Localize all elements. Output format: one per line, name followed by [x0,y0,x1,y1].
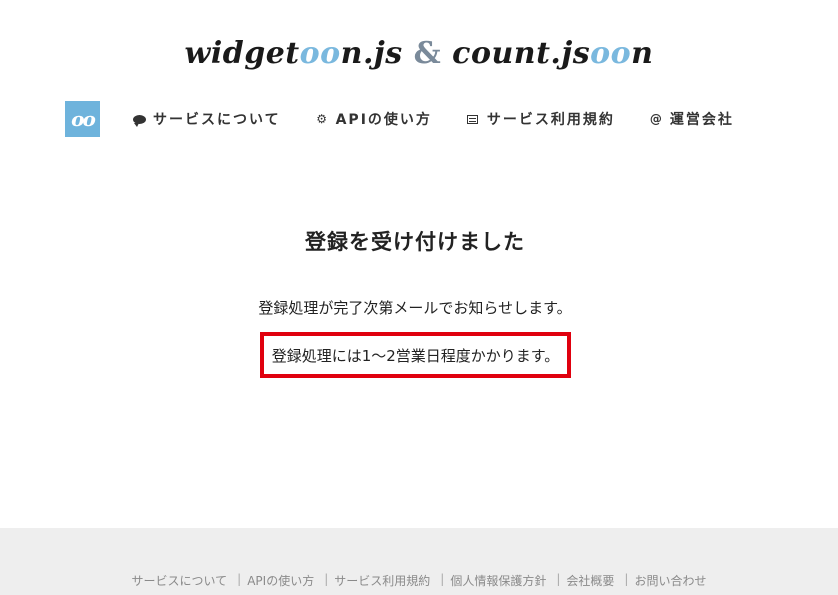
logo-oo-1: oo [299,36,341,71]
logo-ampersand: & [413,36,442,71]
nav-item-label: APIの使い方 [335,112,432,128]
logo-part-1: widget [184,36,300,71]
page: widgetoon.js & count.jsoon oo サービスについて ⚙… [0,0,838,595]
footer-separator: | [237,572,242,586]
footer-separator: | [624,572,629,586]
gear-icon: ⚙ [316,112,327,126]
footer-separator: | [556,572,561,586]
footer-link-privacy[interactable]: 個人情報保護方針 [450,572,546,589]
nav-item-label: 運営会社 [669,112,734,128]
nav-item-service[interactable]: サービスについて [132,109,281,129]
site-logo[interactable]: widgetoon.js & count.jsoon [0,36,838,72]
nav-item-company[interactable]: @ 運営会社 [649,109,734,129]
nav-item-terms[interactable]: サービス利用規約 [466,109,615,129]
logo-part-3: count.js [452,36,591,71]
highlight-box: 登録処理には1～2営業日程度かかります。 [260,332,571,378]
footer-separator: | [440,572,445,586]
nav-item-api[interactable]: ⚙ APIの使い方 [315,109,432,129]
main-nav: oo サービスについて ⚙ APIの使い方 サービス利用規約 @ 運営会社 [65,101,768,137]
page-title: 登録を受け付けました [305,230,525,254]
logo-part-4: n [631,36,654,71]
footer-link-contact[interactable]: お問い合わせ [634,572,706,589]
nav-item-label: サービスについて [153,112,281,128]
footer: サービスについて | APIの使い方 | サービス利用規約 | 個人情報保護方針… [0,528,838,595]
footer-link-service[interactable]: サービスについて [132,572,228,589]
notification-message: 登録処理が完了次第メールでお知らせします。 [258,299,572,317]
nav-item-label: サービス利用規約 [486,112,615,128]
footer-link-terms[interactable]: サービス利用規約 [334,572,430,589]
footer-link-company[interactable]: 会社概要 [566,572,614,589]
at-icon: @ [649,112,662,126]
document-icon [466,112,480,126]
speech-bubble-icon [132,112,146,127]
nav-home-logo[interactable]: oo [65,101,100,137]
footer-link-api[interactable]: APIの使い方 [247,572,314,589]
logo-part-2: n.js [340,36,403,71]
logo-oo-2: oo [590,36,632,71]
processing-time-message: 登録処理には1～2営業日程度かかります。 [271,346,560,365]
footer-links: サービスについて | APIの使い方 | サービス利用規約 | 個人情報保護方針… [0,572,838,589]
footer-separator: | [324,572,329,586]
